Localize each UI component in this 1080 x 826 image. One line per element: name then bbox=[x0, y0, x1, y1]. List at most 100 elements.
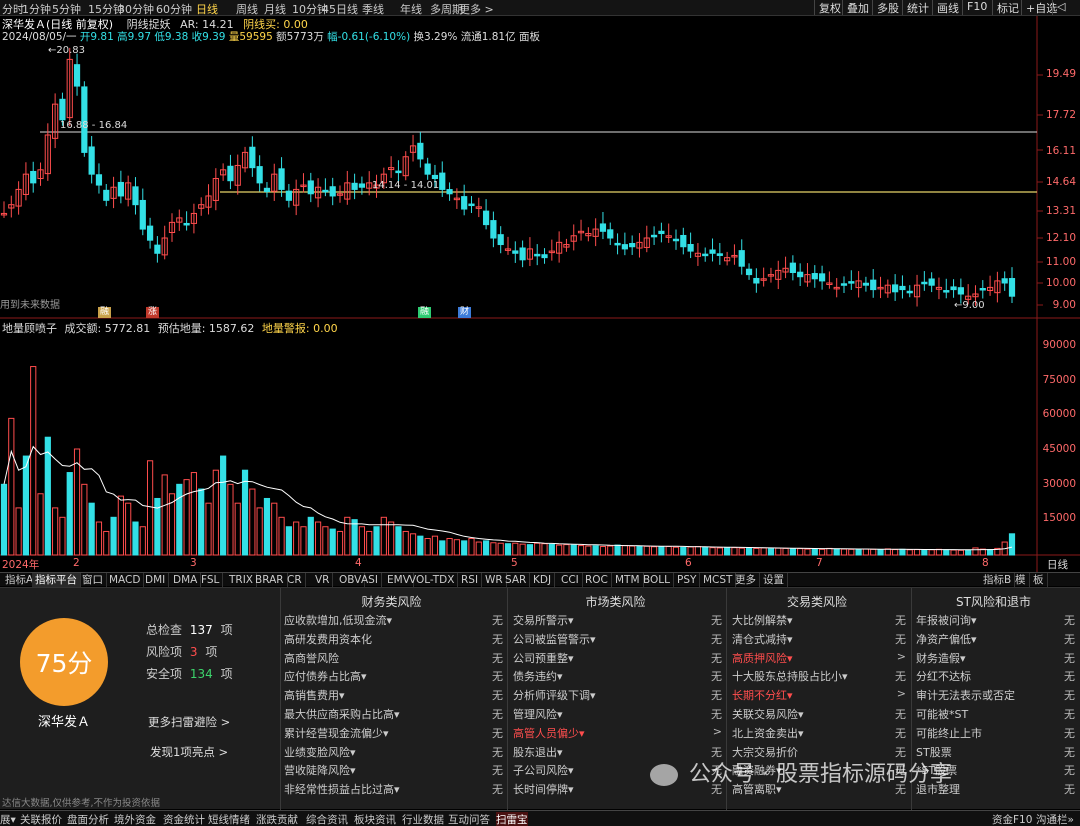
indicator-tab-18[interactable]: KDJ bbox=[530, 573, 556, 587]
risk-item[interactable]: 交易所警示▾ bbox=[513, 612, 574, 628]
indicator-tab-22[interactable]: BOLL bbox=[640, 573, 674, 587]
status-tab-3[interactable]: 境外资金 bbox=[114, 812, 156, 826]
toolbar-button-0[interactable]: 复权 bbox=[814, 0, 841, 15]
risk-item[interactable]: 营收陡降风险▾ bbox=[284, 762, 356, 778]
risk-item[interactable]: 分红不达标 bbox=[916, 668, 971, 684]
period-tab-7[interactable]: 周线 bbox=[236, 1, 258, 17]
indicator-tab-6[interactable]: FSL bbox=[198, 573, 224, 587]
risk-item[interactable]: 年报被问询▾ bbox=[916, 612, 977, 628]
risk-item[interactable]: 清仓式减持▾ bbox=[732, 631, 793, 647]
risk-item[interactable]: 管理风险▾ bbox=[513, 706, 563, 722]
bright-spot-link[interactable]: 发现1项亮点 > bbox=[150, 744, 228, 760]
toolbar-button-3[interactable]: 统计 bbox=[902, 0, 929, 15]
risk-item[interactable]: 非经常性损益占比过高▾ bbox=[284, 781, 400, 797]
indicator-tab-5[interactable]: DMA bbox=[170, 573, 202, 587]
status-tab-11[interactable]: 扫雷宝 bbox=[496, 812, 528, 826]
risk-item[interactable]: 分析师评级下调▾ bbox=[513, 687, 596, 703]
risk-item[interactable]: 大比例解禁▾ bbox=[732, 612, 793, 628]
event-badge-2[interactable]: 融 bbox=[418, 307, 432, 318]
status-tab-8[interactable]: 板块资讯 bbox=[354, 812, 396, 826]
period-tab-14[interactable]: 更多 > bbox=[459, 1, 494, 17]
toolbar-button-8[interactable]: ◁ bbox=[1052, 0, 1065, 15]
status-tab-0[interactable]: 展▾ bbox=[0, 812, 16, 826]
risk-item[interactable]: 高销售费用▾ bbox=[284, 687, 345, 703]
risk-item[interactable]: 可能终止上市 bbox=[916, 725, 982, 741]
risk-item[interactable]: 股东退出▾ bbox=[513, 744, 563, 760]
risk-item[interactable]: 业绩变脸风险▾ bbox=[284, 744, 356, 760]
event-badge-3[interactable]: 财 bbox=[458, 307, 472, 318]
status-tab-7[interactable]: 综合资讯 bbox=[306, 812, 348, 826]
indicator-tab-1[interactable]: 指标平台 bbox=[32, 573, 81, 587]
toolbar-button-4[interactable]: 画线 bbox=[932, 0, 959, 15]
indicator-tab-right-0[interactable]: 指标B bbox=[980, 573, 1016, 587]
risk-item[interactable]: 高研发费用资本化 bbox=[284, 631, 372, 647]
indicator-tab-3[interactable]: MACD bbox=[106, 573, 145, 587]
event-badge-1[interactable]: 涨 bbox=[146, 307, 160, 318]
indicator-tab-15[interactable]: RSI bbox=[458, 573, 483, 587]
risk-item[interactable]: 长期不分红▾ bbox=[732, 687, 793, 703]
toolbar-button-1[interactable]: 叠加 bbox=[842, 0, 869, 15]
toolbar-button-5[interactable]: F10 bbox=[962, 0, 987, 15]
risk-item[interactable]: 高商誉风险 bbox=[284, 650, 339, 666]
period-tab-4[interactable]: 30分钟 bbox=[118, 1, 154, 17]
indicator-tab-12[interactable]: ASI bbox=[358, 573, 382, 587]
risk-item[interactable]: 最大供应商采购占比高▾ bbox=[284, 706, 400, 722]
risk-item[interactable]: 十大股东总持股占比小▾ bbox=[732, 668, 848, 684]
more-scan-link[interactable]: 更多扫雷避险 > bbox=[148, 714, 230, 730]
status-tab-6[interactable]: 涨跌贡献 bbox=[256, 812, 298, 826]
risk-item[interactable]: 可能被*ST bbox=[916, 706, 968, 722]
risk-item[interactable]: 净资产偏低▾ bbox=[916, 631, 977, 647]
period-tab-6[interactable]: 日线 bbox=[196, 1, 218, 17]
indicator-tab-8[interactable]: BRAR bbox=[252, 573, 288, 587]
status-tab-2[interactable]: 盘面分析 bbox=[67, 812, 109, 826]
period-tab-1[interactable]: 1分钟 bbox=[22, 1, 51, 17]
toolbar-button-6[interactable]: 标记 bbox=[992, 0, 1019, 15]
kline-chart[interactable] bbox=[0, 16, 1080, 572]
toolbar-button-2[interactable]: 多股 bbox=[872, 0, 899, 15]
risk-item[interactable]: 债务违约▾ bbox=[513, 668, 563, 684]
risk-item[interactable]: 高质押风险▾ bbox=[732, 650, 793, 666]
status-tab-5[interactable]: 短线情绪 bbox=[208, 812, 250, 826]
period-tab-11[interactable]: 季线 bbox=[362, 1, 384, 17]
period-tab-5[interactable]: 60分钟 bbox=[156, 1, 192, 17]
indicator-tab-9[interactable]: CR bbox=[284, 573, 306, 587]
status-chat[interactable]: 沟通栏» bbox=[1036, 812, 1074, 826]
indicator-tab-19[interactable]: CCI bbox=[558, 573, 583, 587]
status-tab-1[interactable]: 关联报价 bbox=[20, 812, 62, 826]
indicator-tab-10[interactable]: VR bbox=[312, 573, 334, 587]
indicator-tab-right-1[interactable]: 模 bbox=[1012, 573, 1030, 587]
status-tab-4[interactable]: 资金统计 bbox=[163, 812, 205, 826]
risk-item[interactable]: 公司预重整▾ bbox=[513, 650, 574, 666]
status-f10[interactable]: 资金F10 bbox=[992, 812, 1032, 826]
risk-item[interactable]: 关联交易风险▾ bbox=[732, 706, 804, 722]
risk-item[interactable]: 北上资金卖出▾ bbox=[732, 725, 804, 741]
indicator-tab-24[interactable]: MCST bbox=[700, 573, 737, 587]
risk-item[interactable]: 长时间停牌▾ bbox=[513, 781, 574, 797]
indicator-tab-14[interactable]: VOL-TDX bbox=[406, 573, 459, 587]
indicator-tab-4[interactable]: DMI bbox=[142, 573, 170, 587]
period-tab-2[interactable]: 5分钟 bbox=[52, 1, 81, 17]
period-tab-0[interactable]: 分时 bbox=[2, 1, 24, 17]
period-tab-8[interactable]: 月线 bbox=[264, 1, 286, 17]
indicator-tab-20[interactable]: ROC bbox=[582, 573, 612, 587]
status-tab-9[interactable]: 行业数据 bbox=[402, 812, 444, 826]
period-tab-10[interactable]: 45日线 bbox=[322, 1, 358, 17]
risk-item[interactable]: 高管人员偏少▾ bbox=[513, 725, 585, 741]
indicator-tab-right-2[interactable]: 板 bbox=[1030, 573, 1048, 587]
risk-item[interactable]: 子公司风险▾ bbox=[513, 762, 574, 778]
indicator-tab-2[interactable]: 窗口 bbox=[79, 573, 107, 587]
risk-item[interactable]: 公司被监管警示▾ bbox=[513, 631, 596, 647]
risk-item[interactable]: 应收款增加,低现金流▾ bbox=[284, 612, 392, 628]
quote-board[interactable]: 面板 bbox=[519, 31, 540, 43]
indicator-tab-25[interactable]: 更多 bbox=[732, 573, 760, 587]
event-badge-0[interactable]: 融 bbox=[98, 307, 112, 318]
risk-item[interactable]: 累计经营现金流偏少▾ bbox=[284, 725, 389, 741]
risk-item[interactable]: 财务造假▾ bbox=[916, 650, 966, 666]
indicator-tab-17[interactable]: SAR bbox=[502, 573, 531, 587]
period-tab-12[interactable]: 年线 bbox=[400, 1, 422, 17]
indicator-tab-23[interactable]: PSY bbox=[674, 573, 701, 587]
risk-item[interactable]: 审计无法表示或否定 bbox=[916, 687, 1015, 703]
indicator-tab-21[interactable]: MTM bbox=[612, 573, 644, 587]
status-tab-10[interactable]: 互动问答 bbox=[448, 812, 490, 826]
indicator-tab-26[interactable]: 设置 bbox=[760, 573, 788, 587]
